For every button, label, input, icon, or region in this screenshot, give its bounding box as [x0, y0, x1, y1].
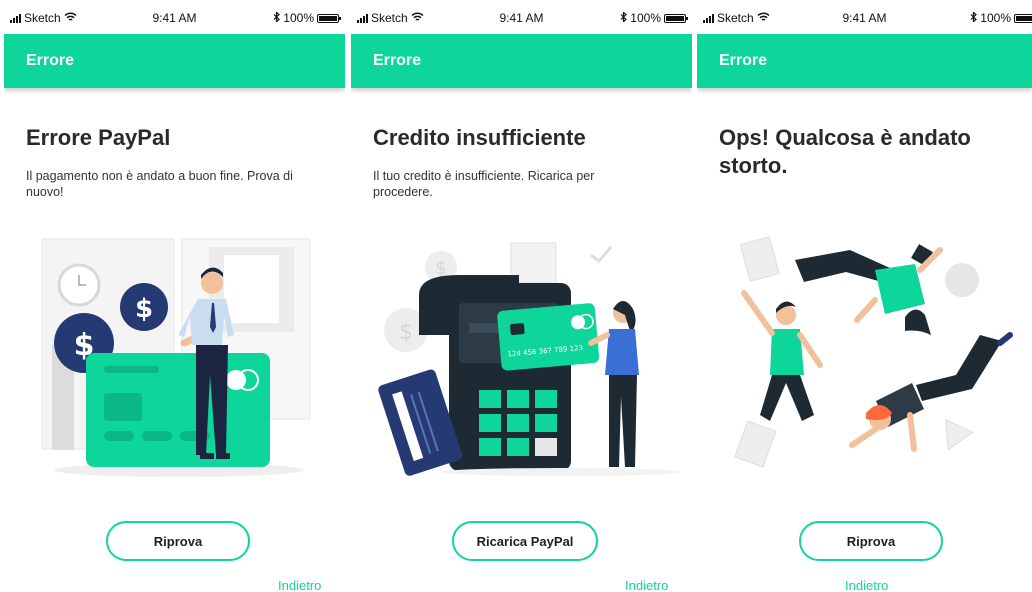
retry-button[interactable]: Riprova — [106, 521, 250, 561]
battery-percent: 100% — [283, 11, 314, 25]
screen-generic-error: Sketch 9:41 AM 100% Errore Ops! Qualcosa… — [697, 0, 1032, 592]
app-bar: Errore — [351, 34, 692, 88]
page-description: Il pagamento non è andato a buon fine. P… — [26, 169, 293, 199]
svg-text:$: $ — [135, 294, 153, 324]
battery-icon — [1014, 13, 1032, 23]
people-falling-illustration — [734, 236, 1013, 468]
screen-paypal-error: Sketch 9:41 AM 100% Errore Errore PayPal… — [4, 0, 345, 592]
svg-text:$: $ — [399, 320, 413, 345]
app-bar-title: Errore — [26, 52, 75, 69]
app-bar-title: Errore — [719, 52, 768, 69]
bluetooth-icon — [620, 11, 628, 25]
bluetooth-icon — [970, 11, 978, 25]
app-bar: Errore — [4, 34, 345, 88]
back-link[interactable]: Indietro — [845, 578, 888, 592]
page-description: Il tuo credito è insufficiente. Ricarica… — [373, 169, 595, 199]
screen-insufficient-credit: Sketch 9:41 AM 100% Errore Credito insuf… — [351, 0, 692, 592]
page-title: Errore PayPal — [26, 125, 171, 150]
man-with-credit-card-illustration: $ $ — [41, 238, 311, 477]
status-bar: Sketch 9:41 AM 100% — [351, 0, 692, 34]
battery-icon — [664, 13, 688, 23]
back-link[interactable]: Indietro — [278, 578, 321, 592]
app-bar: Errore — [697, 34, 1032, 88]
page-title: Ops! Qualcosa è andato storto. — [719, 125, 971, 178]
battery-percent: 100% — [630, 11, 661, 25]
bluetooth-icon — [273, 11, 281, 25]
back-link[interactable]: Indietro — [625, 578, 668, 592]
battery-icon — [317, 13, 341, 23]
retry-button[interactable]: Riprova — [799, 521, 943, 561]
woman-at-pos-terminal-illustration: $ $ 124 456 367 789 123 — [378, 242, 681, 476]
battery-percent: 100% — [980, 11, 1011, 25]
recharge-paypal-button[interactable]: Ricarica PayPal — [452, 521, 598, 561]
status-bar: Sketch 9:41 AM 100% — [4, 0, 345, 34]
status-bar: Sketch 9:41 AM 100% — [697, 0, 1032, 34]
page-title: Credito insufficiente — [373, 125, 586, 150]
app-bar-title: Errore — [373, 52, 422, 69]
